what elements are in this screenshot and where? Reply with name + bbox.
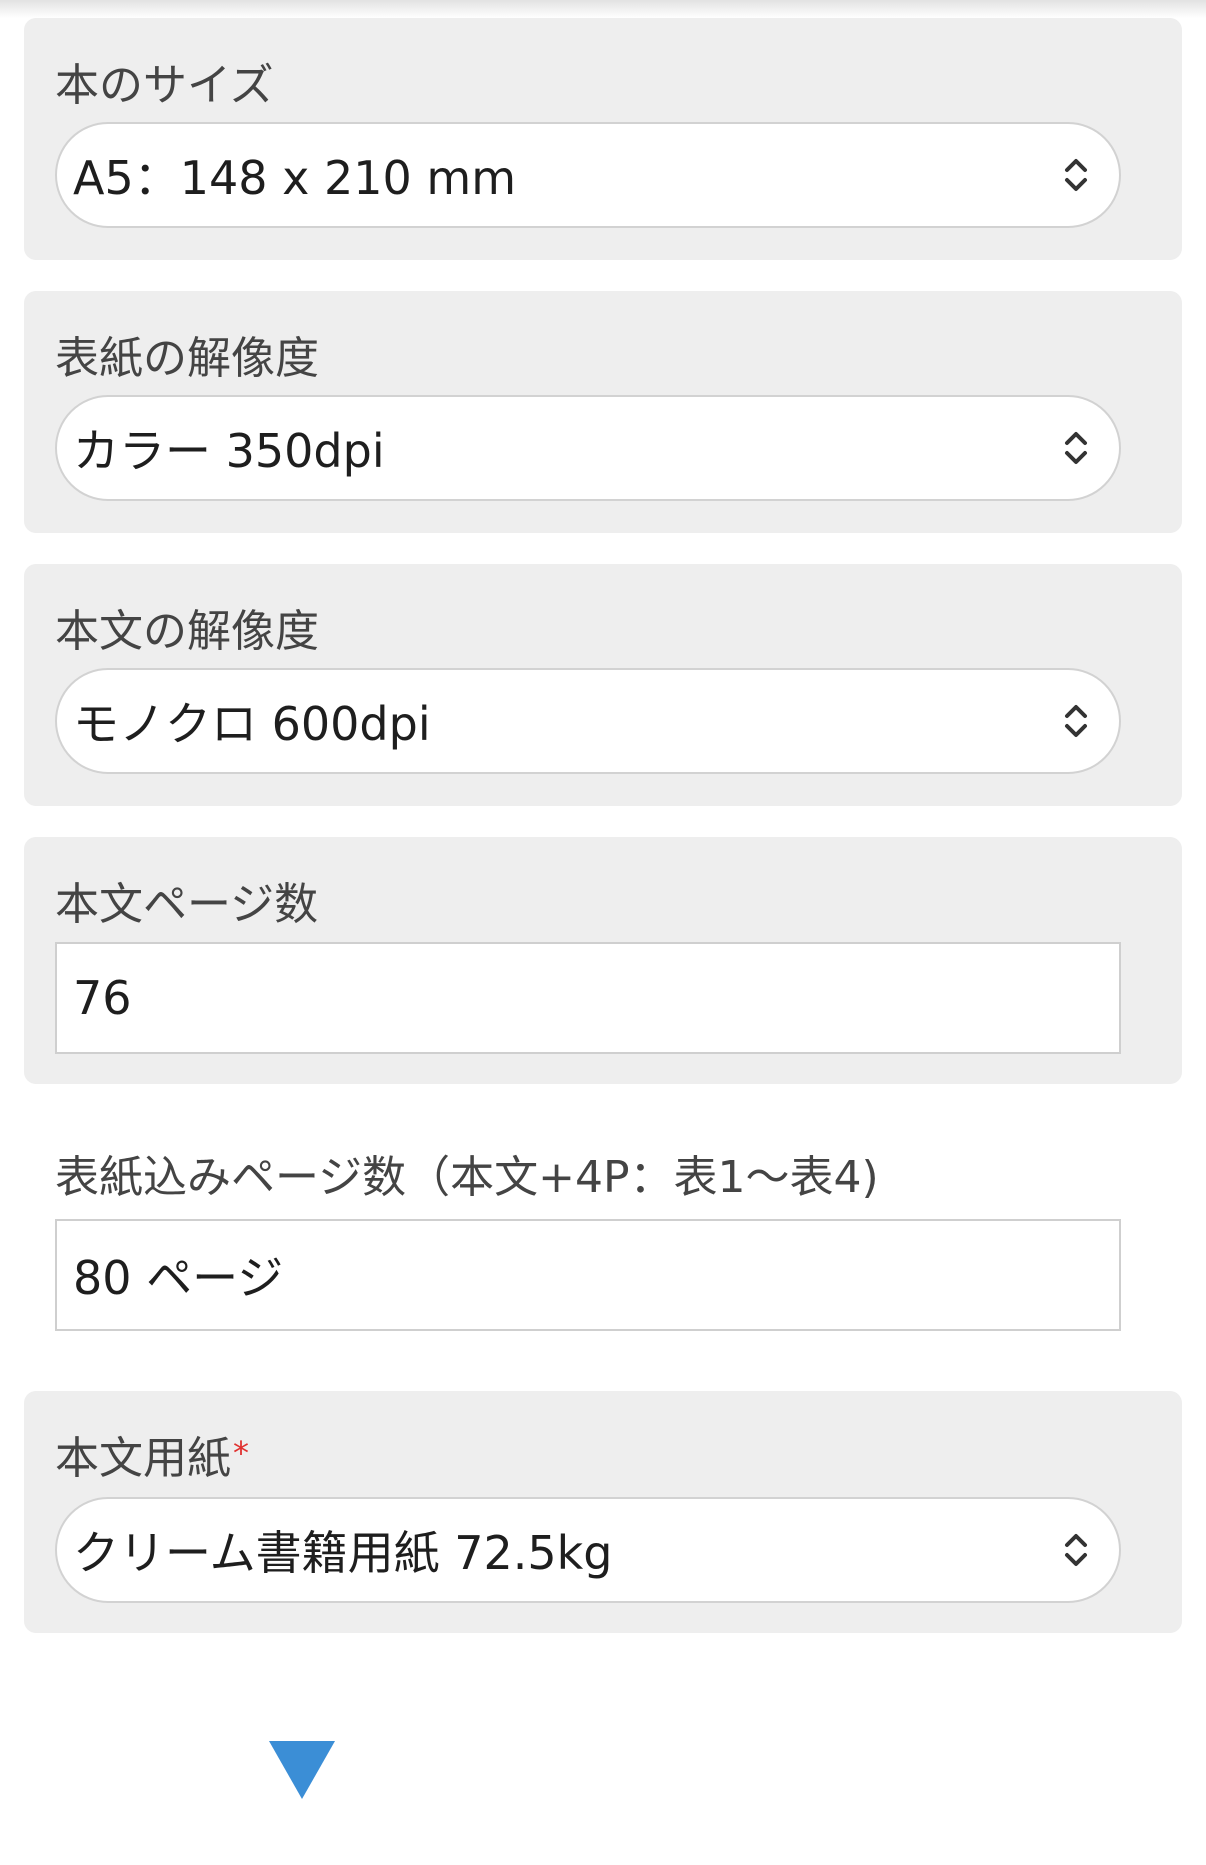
- triangle-down-icon[interactable]: [269, 1741, 335, 1799]
- chevron-up-down-icon: [1065, 1534, 1087, 1566]
- body-paper-label-text: 本文用紙: [55, 1433, 231, 1484]
- body-paper-label: 本文用紙*: [55, 1437, 249, 1481]
- book-size-value: A5：148 x 210 mm: [73, 151, 517, 205]
- cover-resolution-label: 表紙の解像度: [55, 333, 319, 384]
- body-paper-value: クリーム書籍用紙 72.5kg: [73, 1526, 613, 1580]
- body-pages-value: 76: [73, 971, 132, 1025]
- chevron-up-down-icon: [1065, 159, 1087, 191]
- body-pages-card: 本文ページ数 76: [24, 837, 1182, 1084]
- top-shadow: [0, 0, 1206, 18]
- body-pages-input[interactable]: 76: [55, 942, 1121, 1054]
- total-pages-value: 80 ページ: [73, 1251, 284, 1305]
- chevron-up-down-icon: [1065, 432, 1087, 464]
- body-pages-label: 本文ページ数: [55, 879, 319, 930]
- book-size-card: 本のサイズ A5：148 x 210 mm: [24, 18, 1182, 260]
- book-size-select[interactable]: A5：148 x 210 mm: [55, 122, 1121, 228]
- total-pages-label: 表紙込みページ数（本文+4P：表1〜表4): [55, 1152, 879, 1203]
- body-resolution-label: 本文の解像度: [55, 606, 319, 657]
- cover-resolution-card: 表紙の解像度 カラー 350dpi: [24, 291, 1182, 533]
- body-paper-select[interactable]: クリーム書籍用紙 72.5kg: [55, 1497, 1121, 1603]
- body-resolution-value: モノクロ 600dpi: [73, 697, 431, 751]
- chevron-up-down-icon: [1065, 705, 1087, 737]
- body-resolution-card: 本文の解像度 モノクロ 600dpi: [24, 564, 1182, 806]
- book-size-label: 本のサイズ: [55, 60, 274, 111]
- body-resolution-select[interactable]: モノクロ 600dpi: [55, 668, 1121, 774]
- cover-resolution-value: カラー 350dpi: [73, 424, 385, 478]
- cover-resolution-select[interactable]: カラー 350dpi: [55, 395, 1121, 501]
- total-pages-section: 表紙込みページ数（本文+4P：表1〜表4) 80 ページ: [24, 1148, 1182, 1348]
- required-mark: *: [233, 1434, 249, 1472]
- body-paper-card: 本文用紙* クリーム書籍用紙 72.5kg: [24, 1391, 1182, 1633]
- total-pages-field: 80 ページ: [55, 1219, 1121, 1331]
